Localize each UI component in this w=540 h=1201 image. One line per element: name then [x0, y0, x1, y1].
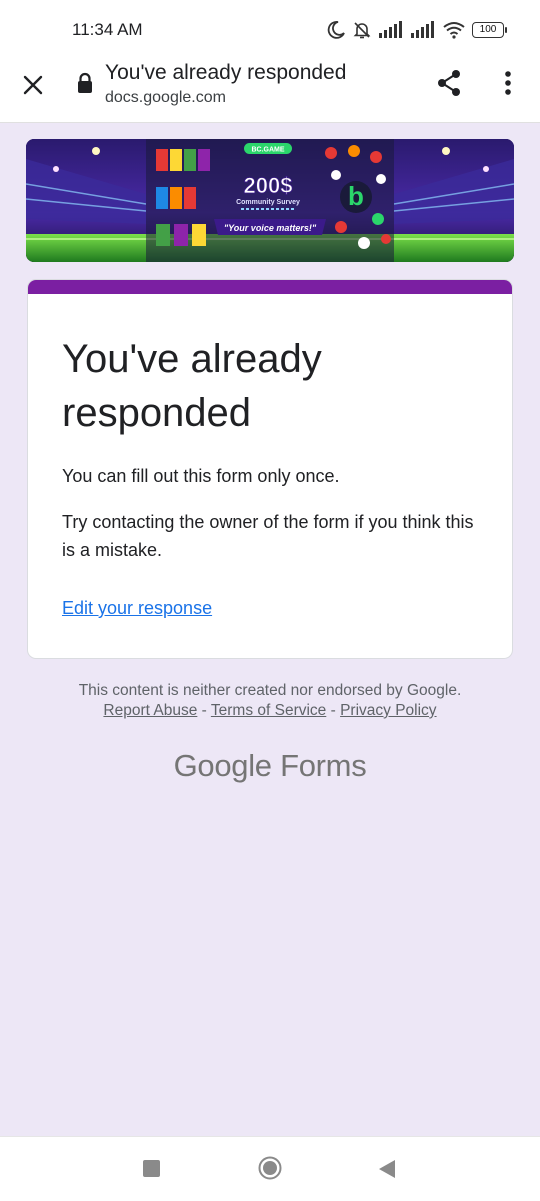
disclaimer-text: This content is neither created nor endo… — [78, 682, 462, 699]
banner-amount: 200$ — [244, 173, 293, 198]
status-icons: 100 — [326, 18, 507, 42]
card-heading: You've already responded — [62, 337, 322, 435]
privacy-link[interactable]: Privacy Policy — [340, 702, 436, 719]
wifi-icon — [443, 22, 465, 39]
battery-icon: 100 — [472, 22, 507, 38]
home-icon[interactable] — [258, 1156, 282, 1180]
page-url[interactable]: docs.google.com — [105, 89, 226, 107]
response-card: You've already responded You can fill ou… — [27, 279, 513, 659]
card-accent-bar — [28, 280, 512, 294]
separator: - — [330, 702, 336, 719]
moon-icon — [327, 21, 345, 39]
browser-toolbar: You've already responded docs.google.com — [0, 58, 540, 123]
banner-image: BC.GAME 200$ Community Survey "Your voic… — [26, 139, 514, 262]
google-forms-logo[interactable]: Google Forms — [0, 748, 540, 784]
system-nav-bar — [0, 1136, 540, 1201]
banner-brand: BC.GAME — [251, 147, 284, 154]
back-icon[interactable] — [378, 1159, 396, 1179]
logo-forms: Forms — [280, 748, 367, 783]
report-abuse-link[interactable]: Report Abuse — [103, 702, 197, 719]
edit-response-link[interactable]: Edit your response — [62, 598, 212, 619]
close-icon[interactable] — [18, 70, 48, 100]
card-message-contact: Try contacting the owner of the form if … — [62, 512, 474, 560]
svg-text:b: b — [348, 181, 364, 211]
signal-icon-2 — [411, 21, 434, 38]
status-time: 11:34 AM — [72, 20, 143, 39]
more-vert-icon[interactable] — [496, 68, 520, 98]
recents-icon[interactable] — [143, 1160, 160, 1177]
lock-icon — [78, 72, 92, 93]
form-header-banner: BC.GAME 200$ Community Survey "Your voic… — [26, 139, 514, 262]
page-title: You've already responded — [105, 61, 347, 84]
share-icon[interactable] — [434, 68, 464, 98]
banner-tagline: "Your voice matters!" — [224, 223, 317, 233]
signal-icon — [379, 21, 402, 38]
terms-link[interactable]: Terms of Service — [211, 702, 326, 719]
card-message-once: You can fill out this form only once. — [62, 466, 340, 486]
status-bar: 11:34 AM 100 — [0, 0, 540, 58]
separator: - — [201, 702, 207, 719]
footer-links: Report Abuse - Terms of Service - Privac… — [0, 701, 540, 721]
logo-google: Google — [173, 748, 272, 783]
bell-off-icon — [353, 22, 371, 39]
banner-subtitle: Community Survey — [236, 199, 300, 206]
